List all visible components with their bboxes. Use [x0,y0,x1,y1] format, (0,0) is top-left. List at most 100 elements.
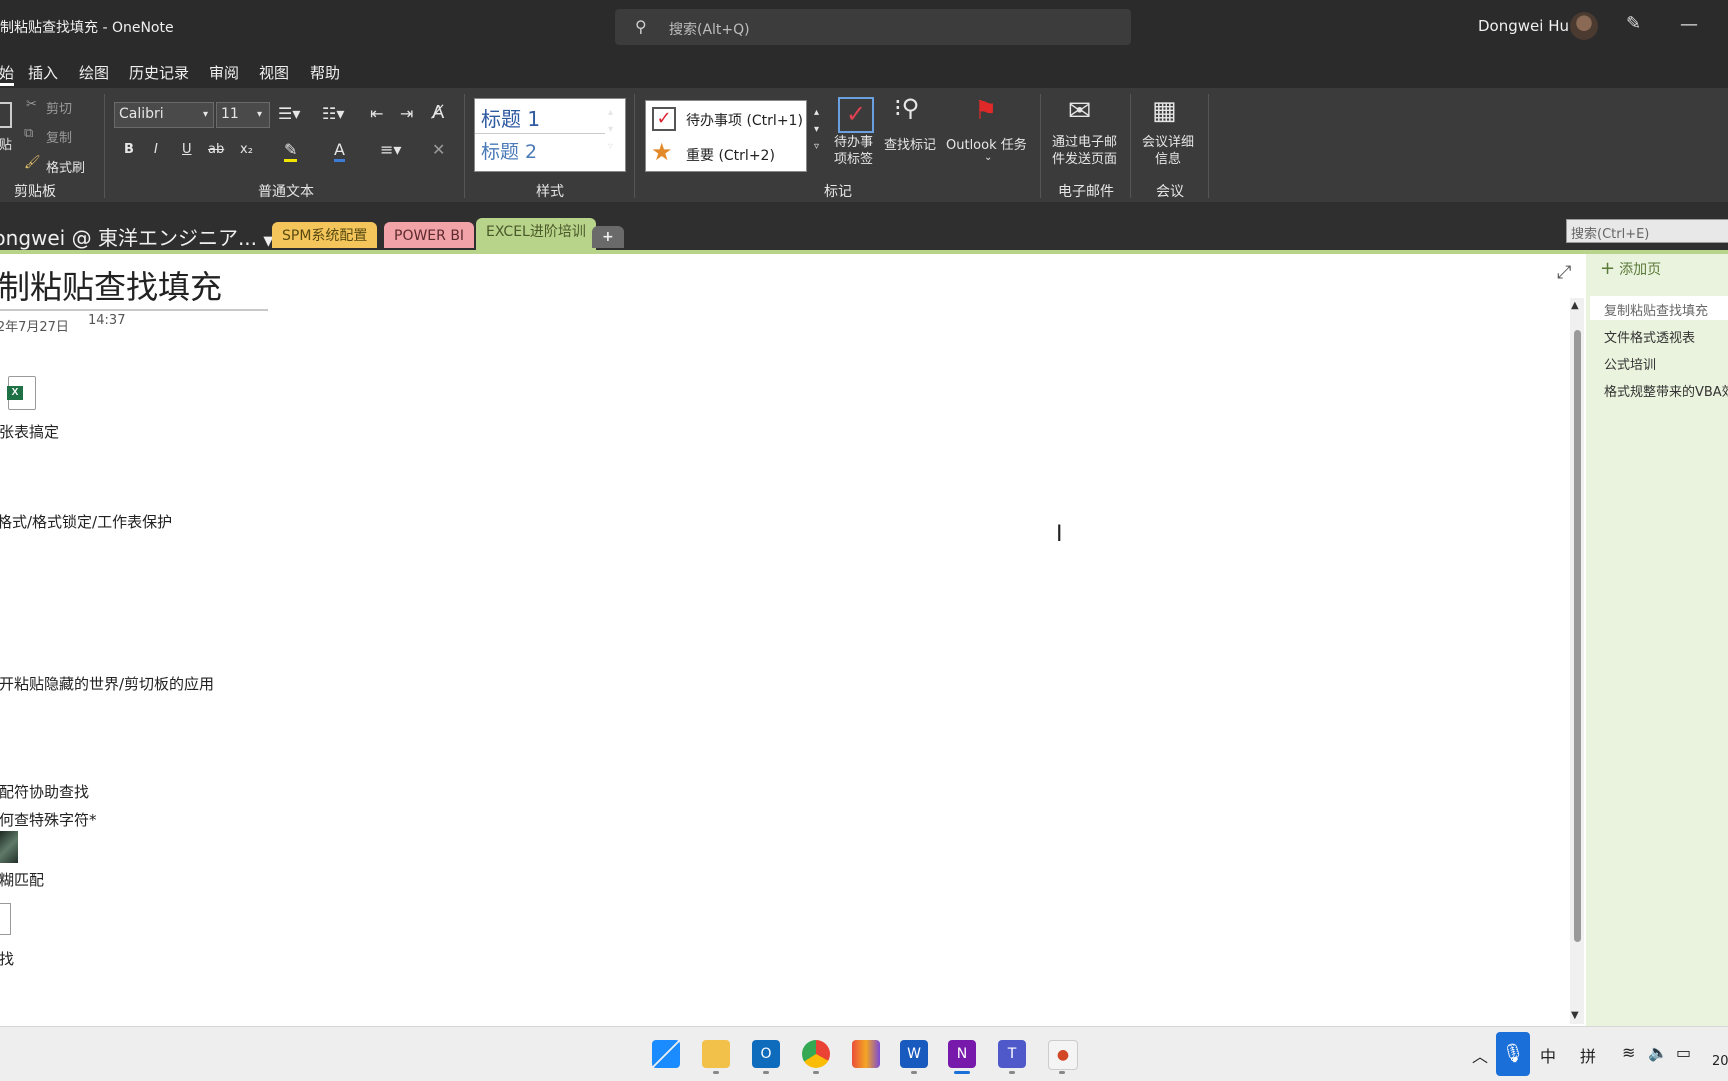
cut-button[interactable]: 剪切 [46,98,72,117]
volume-icon[interactable]: 🔈 [1648,1043,1668,1062]
clock[interactable]: 20 [1712,1054,1728,1069]
section-tab-excel[interactable]: EXCEL进阶培训 [476,218,596,250]
scroll-down-icon[interactable]: ▼ [1571,1010,1579,1021]
note-line[interactable]: 打开粘贴隐藏的世界/剪切板的应用 [0,673,214,694]
text-cursor-icon: I [1056,522,1063,547]
tray-chevron-icon[interactable]: ︿ [1472,1043,1488,1067]
app-icon[interactable] [852,1040,880,1068]
menu-insert[interactable]: 插入 [28,62,58,83]
menu-history[interactable]: 历史记录 [129,62,189,83]
page-title[interactable]: 复制粘贴查找填充 [0,262,222,308]
font-color-icon[interactable]: A [334,140,345,162]
flag-icon: ⚑ [974,96,998,126]
outdent-icon[interactable]: ⇤ [370,104,383,123]
menu-review[interactable]: 审阅 [209,62,239,83]
italic-button[interactable]: I [154,142,158,157]
highlight-icon[interactable]: ✎ [284,140,298,162]
microphone-icon[interactable]: 🎙 [1496,1032,1530,1076]
styles-scroll-icon[interactable]: ▴ ▾ ▿ [608,104,613,155]
onenote-icon[interactable]: N [948,1040,976,1068]
image-thumbnail[interactable] [0,831,18,863]
chrome-icon[interactable] [802,1040,830,1068]
scrollbar-thumb[interactable] [1574,330,1581,942]
menu-draw[interactable]: 绘图 [79,62,109,83]
bullets-icon[interactable]: ☰▾ [278,104,300,123]
delete-icon[interactable]: ✕ [432,140,445,159]
note-line[interactable]: 一张表搞定 [0,421,59,442]
menu-help[interactable]: 帮助 [310,62,340,83]
page-item[interactable]: 公式培训 [1604,354,1656,373]
font-select[interactable]: Calibri ▾ [114,102,214,128]
subscript-button[interactable]: x₂ [240,142,253,157]
ime-mode[interactable]: 中 [1540,1043,1556,1067]
section-tab-powerbi[interactable]: POWER BI [384,222,475,248]
email-page-button[interactable]: 通过电子邮 件发送页面 [1052,134,1117,168]
style-heading1[interactable]: 标题 1 [481,103,540,132]
paste-icon[interactable] [0,102,12,128]
page-item[interactable]: 格式规整带来的VBA效率 [1604,381,1728,400]
outlook-icon[interactable]: O [752,1040,780,1068]
powerpoint-icon[interactable]: ● [1048,1040,1078,1070]
note-line[interactable]: 单元格格式/格式锁定/工作表保护 [0,511,172,532]
styles-gallery[interactable]: 标题 1 标题 2 [474,98,626,172]
search-box[interactable]: ⚲ 搜索(Alt+Q) [615,9,1131,45]
excel-file-icon[interactable]: X [7,376,36,410]
notebook-selector[interactable]: Dongwei @ 東洋エンジニア... ▼ [0,222,273,251]
bold-button[interactable]: B [124,142,134,157]
expand-icon[interactable]: ⤢ [1557,262,1571,283]
page-item[interactable]: 文件格式透视表 [1604,327,1695,346]
todo-tag-button[interactable]: 待办事 项标签 [834,134,873,168]
outlook-tasks-button[interactable]: Outlook 任务 [946,134,1027,153]
battery-icon[interactable]: ▭ [1676,1043,1691,1062]
font-size-select[interactable]: 11 ▾ [216,102,270,128]
tags-scroll-icon[interactable]: ▴ ▾ ▿ [814,104,819,155]
running-indicator [1059,1071,1065,1074]
add-page-button[interactable]: + 添加页 [1600,258,1661,279]
font-size: 11 [221,106,239,122]
menu-view[interactable]: 视图 [259,62,289,83]
indent-icon[interactable]: ⇥ [400,104,413,123]
window-title: 复制粘贴查找填充 - OneNote [0,20,174,36]
add-section-button[interactable]: + [592,226,624,248]
scroll-up-icon[interactable]: ▲ [1571,300,1579,311]
user-name[interactable]: Dongwei Hu [1478,17,1569,35]
running-indicator [713,1071,719,1074]
file-explorer-icon[interactable] [702,1040,730,1068]
menu-home[interactable]: 开始 [0,62,15,86]
numbering-icon[interactable]: ☷▾ [322,104,344,123]
note-line[interactable]: 模糊匹配 [0,869,44,890]
file-icon[interactable] [0,903,11,935]
paste-button[interactable]: 粘贴 [0,134,12,153]
active-indicator [954,1071,970,1074]
pen-icon[interactable]: ✎ [1626,13,1641,34]
strikethrough-button[interactable]: ab [208,142,224,157]
minimize-button[interactable]: — [1680,14,1698,35]
meeting-details-button[interactable]: 会议详细 信息 [1142,134,1194,168]
note-line[interactable]: 查找 [0,948,14,969]
section-tab-spm[interactable]: SPM系统配置 [272,222,378,248]
wifi-icon[interactable]: ≋ [1622,1043,1635,1062]
scissors-icon: ✂ [26,97,37,112]
underline-button[interactable]: U [182,142,192,157]
note-line[interactable]: 通配符协助查找 [0,781,89,802]
find-tags-button[interactable]: 查找标记 [884,134,936,153]
format-painter-button[interactable]: 格式刷 [46,157,85,176]
start-icon[interactable] [652,1040,680,1068]
note-line[interactable]: 如何查特殊字符* [0,809,97,830]
tag-todo[interactable]: 待办事项 (Ctrl+1) [686,110,803,130]
clear-format-icon[interactable]: A̸ [432,102,444,123]
page-item[interactable]: 复制粘贴查找填充 [1604,300,1708,319]
tags-gallery[interactable]: ✓ 待办事项 (Ctrl+1) ★ 重要 (Ctrl+2) [645,100,807,172]
styles-group-label: 样式 [536,184,564,200]
title-bar: 复制粘贴查找填充 - OneNote ⚲ 搜索(Alt+Q) Dongwei H… [0,0,1728,50]
copy-button[interactable]: 复制 [46,127,72,146]
word-icon[interactable]: W [900,1040,928,1068]
ime-input[interactable]: 拼 [1580,1043,1596,1067]
tag-important[interactable]: 重要 (Ctrl+2) [686,145,775,165]
avatar[interactable] [1570,12,1598,40]
teams-icon[interactable]: T [998,1040,1026,1068]
style-heading2[interactable]: 标题 2 [481,137,537,164]
plus-icon: + [1600,258,1616,279]
page-search-input[interactable]: 搜索(Ctrl+E) [1566,219,1728,243]
align-icon[interactable]: ≡▾ [380,140,401,159]
